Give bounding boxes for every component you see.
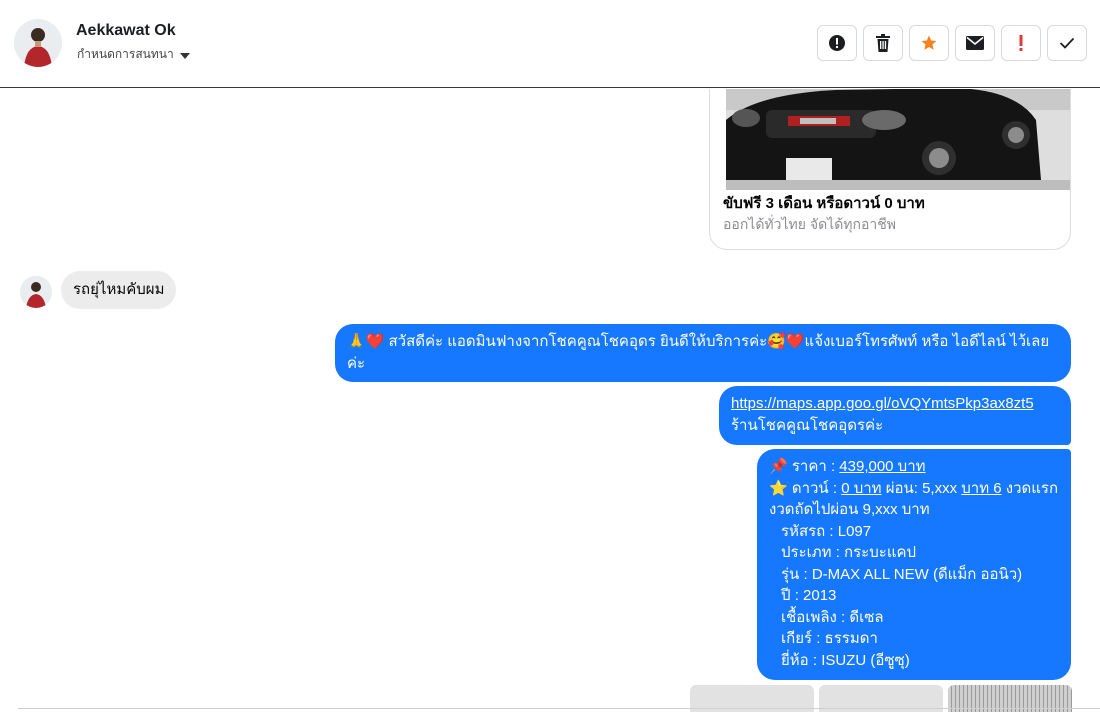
report-button[interactable] xyxy=(817,25,857,61)
down-suffix: งวดแรก xyxy=(1001,479,1059,497)
incoming-message: รถยุ่ไหมคับผม xyxy=(61,271,177,309)
down-term[interactable]: บาท 6 xyxy=(961,480,1001,497)
car-code: รหัสรถ : L097 xyxy=(781,522,872,540)
important-icon xyxy=(1019,35,1023,51)
car-year: ปี : 2013 xyxy=(781,587,837,604)
mark-done-button[interactable] xyxy=(1047,25,1087,61)
price-line: 📌 ราคา : 439,000 บาท xyxy=(769,456,1059,478)
map-link[interactable]: https://maps.app.goo.gl/oVQYmtsPkp3ax8zt… xyxy=(731,395,1034,412)
toolbar xyxy=(817,25,1087,61)
delete-button[interactable] xyxy=(863,25,903,61)
star-button[interactable] xyxy=(909,25,949,61)
caret-down-icon xyxy=(179,52,190,59)
trash-icon xyxy=(876,34,890,52)
mail-icon xyxy=(966,36,984,50)
map-caption: ร้านโชคคูณโชคอุดรค่ะ xyxy=(731,417,884,434)
car-model: รุ่น : D-MAX ALL NEW (ดีแม็ก ออนิว) xyxy=(781,565,1023,583)
contact-name: Aekkawat Ok xyxy=(76,22,176,39)
down-line: ⭐ ดาวน์ : 0 บาท ผ่อน: 5,xxx บาท 6 งวดแรก xyxy=(769,478,1059,500)
price-prefix: 📌 ราคา : xyxy=(769,458,840,475)
mark-important-button[interactable] xyxy=(1001,25,1041,61)
outgoing-car-details-message: 📌 ราคา : 439,000 บาท ⭐ ดาวน์ : 0 บาท ผ่อ… xyxy=(757,449,1071,680)
down-mid: ผ่อน: 5,xxx xyxy=(881,479,962,497)
ad-card-subtitle: ออกได้ทั่วไทย จัดได้ทุกอาชีพ xyxy=(723,216,897,232)
check-icon xyxy=(1059,37,1075,49)
assign-label: กำหนดการสนทนา xyxy=(77,47,174,61)
ad-card[interactable]: ขับฟรี 3 เดือน หรือดาวน์ 0 บาท ออกได้ทั่… xyxy=(709,89,1071,250)
car-brand: ยี่ห้อ : ISUZU (อีซูซุ) xyxy=(781,651,910,669)
report-icon xyxy=(829,35,845,51)
conversation-header: Aekkawat Ok กำหนดการสนทนา xyxy=(0,0,1100,88)
car-gear: เกียร์ : ธรรมดา xyxy=(781,630,878,647)
assign-conversation-dropdown[interactable]: กำหนดการสนทนา xyxy=(77,45,190,64)
price-value[interactable]: 439,000 บาท xyxy=(839,458,925,475)
contact-avatar[interactable] xyxy=(14,19,62,67)
car-type: ประเภท : กระบะแคป xyxy=(781,544,917,561)
outgoing-map-message: https://maps.app.goo.gl/oVQYmtsPkp3ax8zt… xyxy=(719,386,1071,445)
outgoing-greeting-message: 🙏❤️ สวัสดีค่ะ แอดมินฟางจากโชคคูณโชคอุดร … xyxy=(335,324,1071,382)
contact-avatar-small xyxy=(20,276,52,308)
down-value[interactable]: 0 บาท xyxy=(841,480,881,497)
next-payment-line: งวดถัดไปผ่อน 9,xxx บาท xyxy=(769,501,930,518)
mark-unread-button[interactable] xyxy=(955,25,995,61)
car-fuel: เชื้อเพลิง : ดีเซล xyxy=(781,608,884,626)
composer-divider xyxy=(18,708,1100,709)
car-image xyxy=(726,89,1070,190)
star-icon xyxy=(921,35,937,50)
down-prefix: ⭐ ดาวน์ : xyxy=(769,479,842,497)
message-thread: ขับฟรี 3 เดือน หรือดาวน์ 0 บาท ออกได้ทั่… xyxy=(0,89,1100,712)
ad-card-title: ขับฟรี 3 เดือน หรือดาวน์ 0 บาท xyxy=(723,195,925,212)
